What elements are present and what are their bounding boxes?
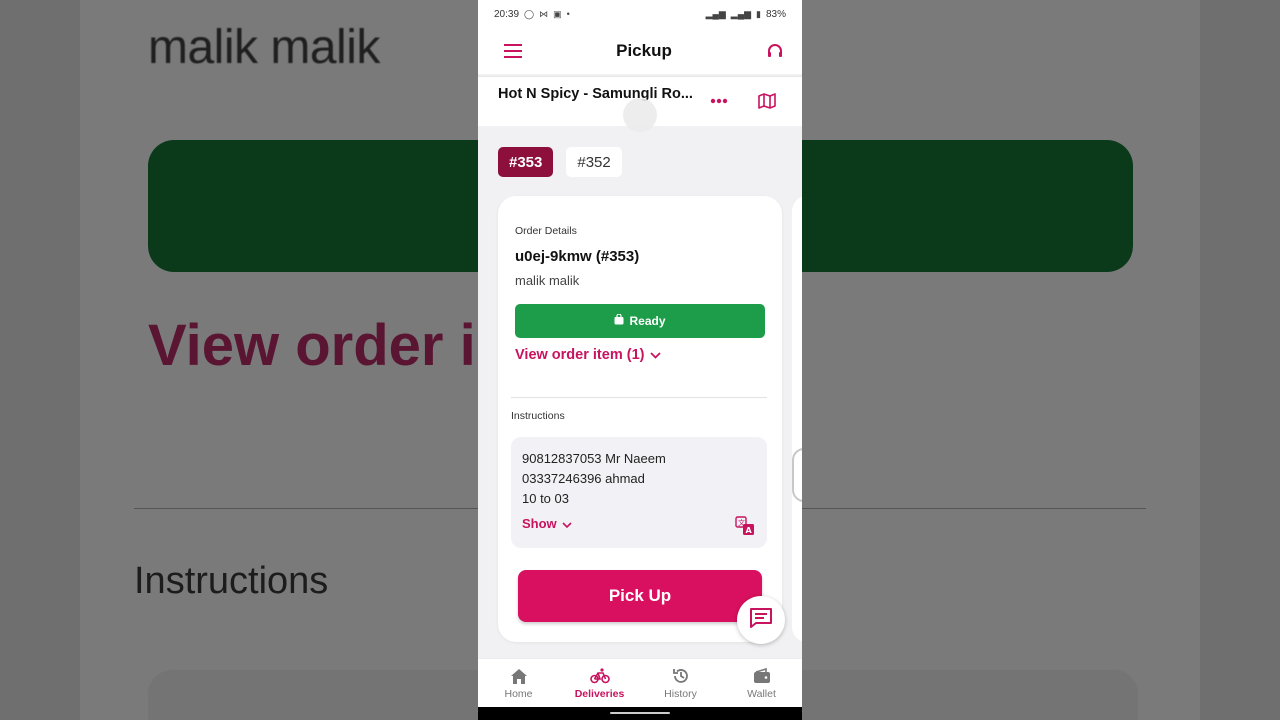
nav-item-history[interactable]: History (640, 659, 721, 707)
wallet-icon (752, 666, 772, 686)
page-title: Pickup (616, 41, 672, 60)
headset-icon[interactable] (764, 40, 786, 62)
status-ready-label: Ready (629, 314, 666, 328)
chat-button[interactable] (737, 596, 785, 644)
next-order-card[interactable] (792, 196, 802, 642)
history-icon (671, 666, 691, 686)
signal-icon: ▂▄▆ (705, 8, 726, 19)
app-bar: Pickup (478, 28, 802, 74)
order-details-label: Order Details (515, 225, 577, 237)
customer-name: malik malik (515, 273, 580, 288)
signal-icon-2: ▂▄▆ (730, 8, 752, 19)
bag-icon (614, 313, 624, 328)
dot-icon: • (566, 9, 570, 19)
chevron-down-icon (650, 347, 662, 363)
share-icon: ⋈ (539, 8, 549, 19)
gesture-bar (478, 707, 802, 720)
order-chip-353[interactable]: #353 (498, 147, 554, 177)
drag-handle[interactable] (623, 98, 657, 132)
bottom-nav: Home Deliveries History Wallet (478, 658, 802, 707)
view-order-items-label: View order item (1) (515, 347, 645, 363)
bike-icon (589, 666, 610, 686)
whatsapp-icon: ◯ (524, 8, 535, 19)
nav-label-home: Home (504, 688, 533, 700)
background-view-order: View order i (148, 313, 476, 378)
status-time: 20:39 (494, 8, 520, 20)
show-more-link[interactable]: Show (522, 516, 572, 531)
nav-item-wallet[interactable]: Wallet (721, 659, 802, 707)
instruction-line: 10 to 03 (522, 491, 569, 506)
order-id: u0ej-9kmw (#353) (515, 248, 640, 265)
nav-item-home[interactable]: Home (478, 659, 559, 707)
more-options-icon[interactable] (708, 91, 730, 111)
instruction-line: 03337246396 ahmad (522, 471, 645, 486)
nav-item-deliveries[interactable]: Deliveries (559, 659, 640, 707)
order-chips: #353 #352 (498, 147, 622, 177)
translate-icon[interactable]: 文A (735, 516, 755, 536)
next-card-outline (792, 448, 802, 502)
chevron-down-icon (562, 516, 572, 531)
battery-icon: ▮ (756, 8, 761, 19)
status-ready-button[interactable]: Ready (515, 304, 765, 338)
nav-label-wallet: Wallet (747, 688, 776, 700)
instructions-label: Instructions (511, 410, 565, 422)
instructions-text: 90812837053 Mr Naeem 03337246396 ahmad 1… (522, 449, 666, 509)
status-bar: 20:39 ◯ ⋈ ▣ • ▂▄▆ ▂▄▆ ▮ 83% (478, 0, 802, 28)
phone-screen: 20:39 ◯ ⋈ ▣ • ▂▄▆ ▂▄▆ ▮ 83% Pickup Hot N… (478, 0, 802, 720)
instructions-box: 90812837053 Mr Naeem 03337246396 ahmad 1… (511, 437, 767, 548)
chat-icon (749, 607, 773, 634)
battery-percent: 83% (765, 8, 786, 20)
menu-icon[interactable] (502, 40, 524, 62)
background-instructions: Instructions (134, 560, 329, 602)
map-icon[interactable] (756, 90, 778, 112)
pick-up-button[interactable]: Pick Up (518, 570, 762, 622)
divider (511, 397, 767, 398)
view-order-items-link[interactable]: View order item (1) (515, 347, 662, 363)
gesture-pill[interactable] (610, 712, 670, 714)
facebook-icon: ▣ (553, 8, 562, 19)
restaurant-name: Hot N Spicy - Samungli Ro... (498, 85, 693, 102)
svg-text:文: 文 (738, 518, 745, 527)
instruction-line: 90812837053 Mr Naeem (522, 451, 666, 466)
nav-label-deliveries: Deliveries (574, 688, 625, 700)
svg-text:A: A (746, 526, 753, 535)
home-icon (509, 666, 529, 686)
nav-label-history: History (664, 688, 697, 700)
show-more-label: Show (522, 516, 557, 531)
background-customer-name: malik malik (148, 21, 380, 74)
order-card: Order Details u0ej-9kmw (#353) malik mal… (498, 196, 782, 642)
restaurant-bar: Hot N Spicy - Samungli Ro... (478, 76, 802, 132)
order-chip-352[interactable]: #352 (566, 147, 622, 177)
